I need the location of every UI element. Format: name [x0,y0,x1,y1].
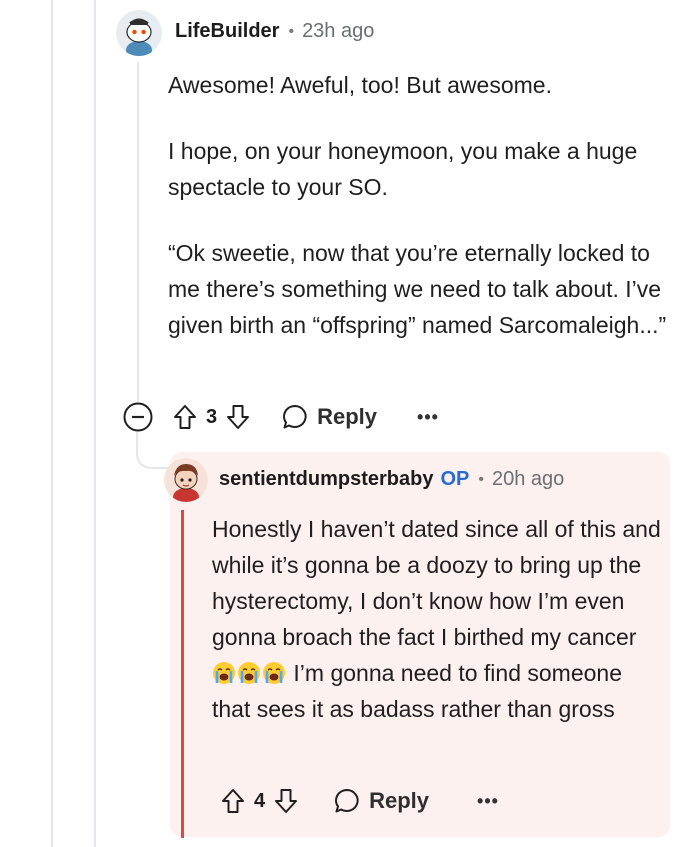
op-badge: OP [440,468,470,490]
comment-paragraph: Awesome! Aweful, too! But awesome. [168,72,552,98]
thread-guide-outer [51,0,53,847]
avatar[interactable] [116,10,162,56]
reply-body: Honestly I haven’t dated since all of th… [212,511,664,727]
reply-button[interactable]: Reply [281,403,377,431]
reply-button[interactable]: Reply [333,787,429,815]
meta-separator: • [478,470,484,488]
comment-bubble-icon [335,789,359,813]
reply-label: Reply [369,788,430,813]
vote-count: 4 [254,789,266,812]
comment-actions: 3 Reply ••• [122,400,439,434]
vote-count: 3 [206,405,218,428]
downvote-icon[interactable] [273,787,299,815]
reply-text: Honestly I haven’t dated since all of th… [212,516,661,650]
meta-separator: • [288,22,295,40]
highlight-bar [181,510,184,838]
username[interactable]: sentientdumpsterbaby [219,468,433,491]
more-options-icon[interactable]: ••• [417,407,439,428]
comment-paragraph: “Ok sweetie, now that you’re eternally l… [168,240,667,338]
comment-meta: LifeBuilder • 23h ago [175,20,374,43]
more-options-icon[interactable]: ••• [477,791,499,812]
crying-face-emoji [212,660,293,686]
comment-paragraph: I hope, on your honeymoon, you make a hu… [168,138,638,200]
reply-meta: sentientdumpsterbaby OP • 20h ago [219,468,564,491]
reply-actions: 4 Reply ••• [220,784,499,818]
avatar[interactable] [164,458,208,502]
comment-bubble-icon [283,405,307,429]
timestamp[interactable]: 23h ago [302,20,374,43]
upvote-icon[interactable] [220,787,246,815]
thread-guide-comment [137,62,139,402]
collapse-icon[interactable] [122,401,154,433]
username[interactable]: LifeBuilder [175,20,279,43]
upvote-icon[interactable] [172,403,198,431]
timestamp[interactable]: 20h ago [492,468,564,491]
downvote-icon[interactable] [225,403,251,431]
comment-body: Awesome! Aweful, too! But awesome. I hop… [168,67,668,343]
thread-guide-inner [94,0,96,847]
reply-label: Reply [317,404,378,429]
